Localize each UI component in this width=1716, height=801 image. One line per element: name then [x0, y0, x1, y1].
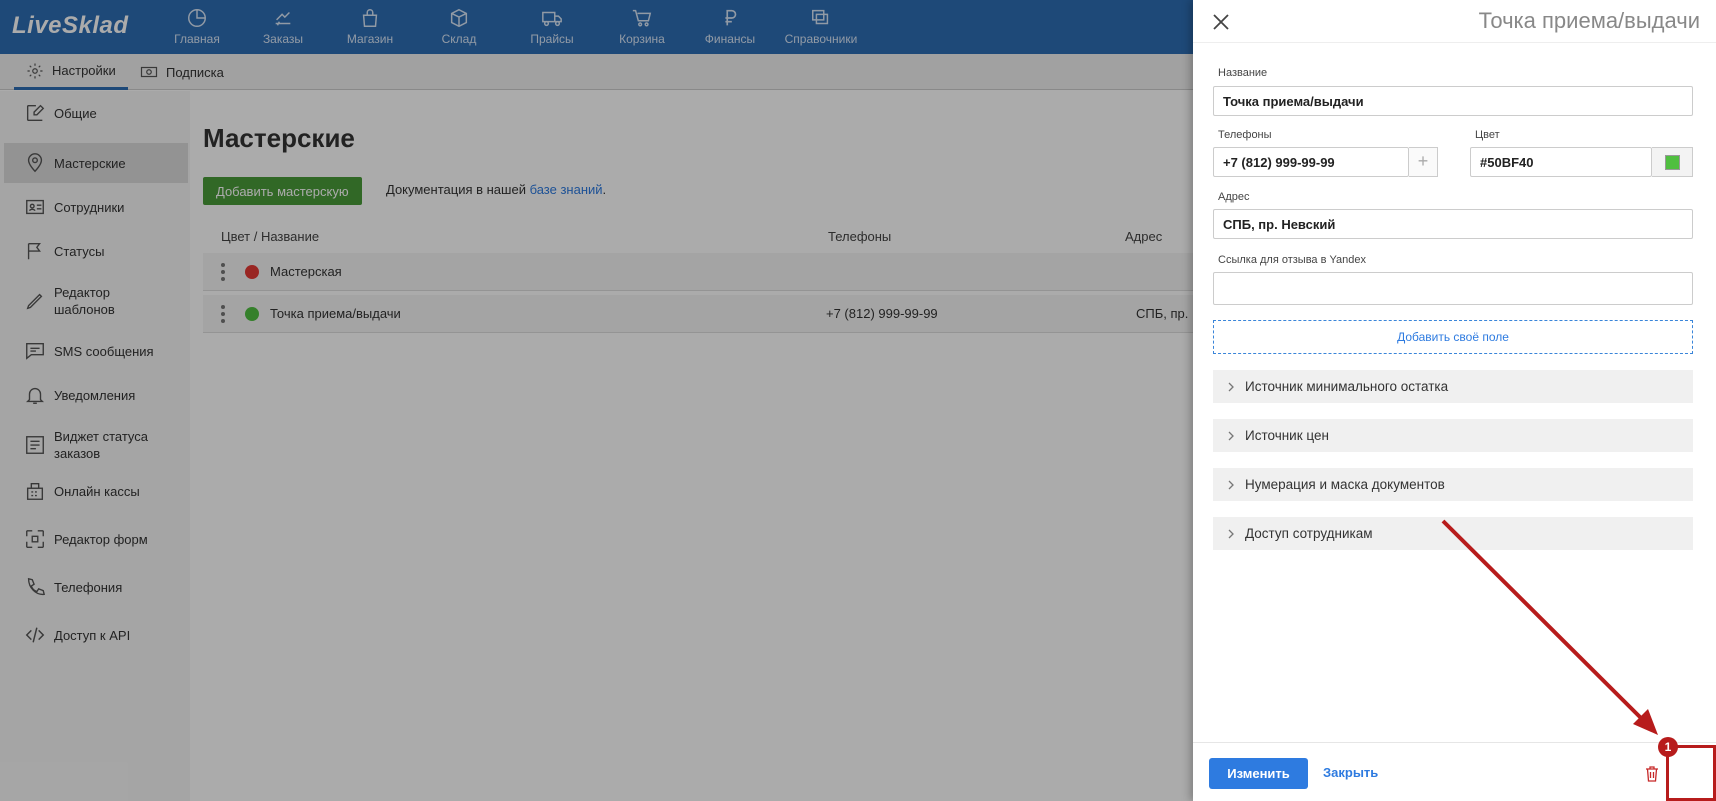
section-employee-access[interactable]: Доступ сотрудникам [1213, 517, 1693, 550]
phone-input[interactable] [1213, 147, 1409, 177]
add-custom-field-button[interactable]: Добавить своё поле [1213, 320, 1693, 354]
name-label: Название [1218, 67, 1268, 79]
modal-backdrop[interactable] [0, 0, 1193, 801]
chevron-right-icon [1228, 382, 1234, 391]
trash-icon[interactable] [1645, 766, 1659, 782]
section-label: Доступ сотрудникам [1245, 526, 1373, 541]
section-label: Источник цен [1245, 428, 1329, 443]
chevron-right-icon [1228, 431, 1234, 440]
section-label: Источник минимального остатка [1245, 379, 1449, 394]
color-label: Цвет [1475, 129, 1500, 141]
edit-workshop-panel: Точка приема/выдачи Название Телефоны + … [1193, 0, 1716, 801]
chevron-right-icon [1228, 529, 1234, 538]
name-input[interactable] [1213, 86, 1693, 116]
panel-title: Точка приема/выдачи [1478, 8, 1700, 33]
address-label: Адрес [1218, 191, 1250, 203]
save-button[interactable]: Изменить [1209, 758, 1308, 789]
review-link-input[interactable] [1213, 272, 1693, 305]
phones-label: Телефоны [1218, 129, 1272, 141]
section-label: Нумерация и маска документов [1245, 477, 1445, 492]
divider [1193, 42, 1716, 43]
color-swatch [1665, 155, 1680, 170]
section-min-stock-source[interactable]: Источник минимального остатка [1213, 370, 1693, 403]
color-picker-button[interactable] [1652, 147, 1693, 177]
close-icon[interactable] [1209, 10, 1233, 34]
add-phone-button[interactable]: + [1409, 147, 1438, 177]
review-link-label: Ссылка для отзыва в Yandex [1218, 254, 1366, 266]
address-input[interactable] [1213, 209, 1693, 239]
section-doc-numbering[interactable]: Нумерация и маска документов [1213, 468, 1693, 501]
chevron-right-icon [1228, 480, 1234, 489]
color-input[interactable] [1470, 147, 1652, 177]
panel-footer: Изменить Закрыть [1193, 742, 1716, 801]
close-link[interactable]: Закрыть [1323, 765, 1378, 780]
section-price-source[interactable]: Источник цен [1213, 419, 1693, 452]
step-badge: 1 [1658, 737, 1678, 757]
